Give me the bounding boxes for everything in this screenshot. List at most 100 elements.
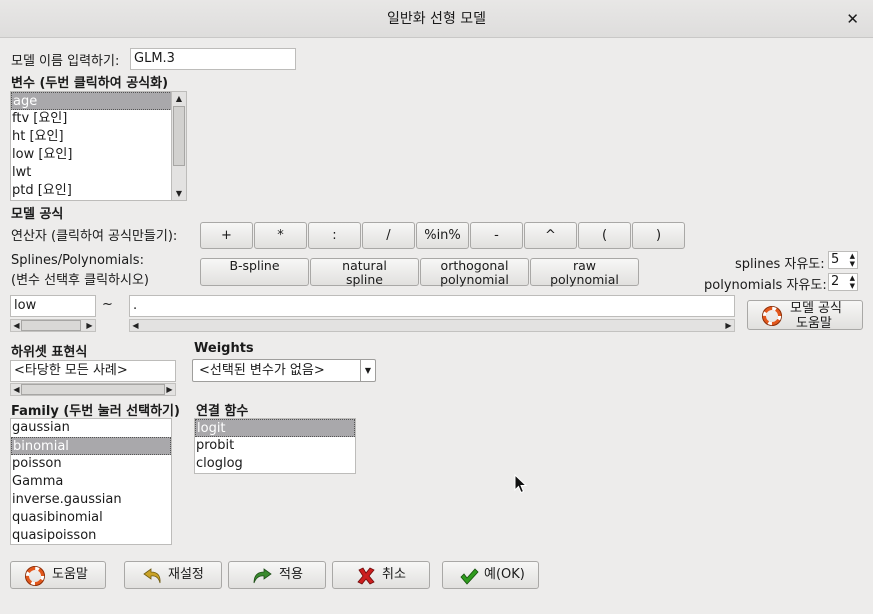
weights-select[interactable]: <선택된 변수가 없음> ▼ [192, 359, 376, 382]
formula-help-line2: 도움말 [796, 316, 832, 331]
splines-df-label: splines 자유도: [735, 257, 825, 272]
spline-button-label: B-spline [229, 258, 280, 273]
poly-df-label: polynomials 자유도: [704, 278, 827, 293]
list-item[interactable]: ptd [요인] [11, 182, 172, 200]
operator-button[interactable]: %in% [416, 222, 469, 249]
list-item[interactable]: ht [요인] [11, 128, 172, 146]
spline-button-label: polynomial [440, 272, 509, 287]
spline-button[interactable]: B-spline [200, 258, 309, 286]
ok-button[interactable]: 예(OK) [442, 561, 539, 589]
operators-label: 연산자 (클릭하여 공식만들기): [11, 229, 178, 244]
scrollbar-thumb[interactable] [173, 106, 185, 166]
rhs-scrollbar[interactable]: ◀ ▶ [129, 319, 735, 332]
variables-scrollbar[interactable]: ▲ ▼ [171, 92, 186, 200]
list-item[interactable]: lwt [11, 164, 172, 182]
formula-rhs-input[interactable]: . [129, 295, 735, 317]
family-label: Family (두번 눌러 선택하기) [11, 404, 180, 419]
spline-button-label: polynomial [550, 272, 619, 287]
scroll-right-icon[interactable]: ▶ [165, 384, 174, 395]
lhs-scrollbar[interactable]: ◀ ▶ [10, 319, 96, 332]
scroll-up-icon[interactable]: ▲ [172, 93, 186, 104]
lifebuoy-icon [762, 306, 782, 326]
link-listbox[interactable]: logit probit cloglog [194, 418, 356, 474]
formula-lhs-input[interactable]: low [10, 295, 96, 317]
splines-label: Splines/Polynomials: [11, 253, 144, 268]
operator-button[interactable]: ( [578, 222, 631, 249]
chevron-down-icon[interactable]: ▼ [360, 360, 375, 381]
apply-button-label: 적용 [279, 567, 303, 582]
list-item[interactable]: quasibinomial [11, 509, 171, 527]
operator-button[interactable]: / [362, 222, 415, 249]
spin-up-icon[interactable]: ▲ [850, 274, 855, 282]
operator-button[interactable]: ^ [524, 222, 577, 249]
list-item[interactable]: poisson [11, 455, 171, 473]
ok-button-label: 예(OK) [484, 567, 525, 582]
subset-scrollbar[interactable]: ◀ ▶ [10, 383, 176, 396]
variables-listbox[interactable]: age ftv [요인] ht [요인] low [요인] lwt ptd [요인] ▲ … [10, 91, 187, 201]
model-name-input[interactable]: GLM.3 [130, 48, 296, 70]
red-x-icon [356, 566, 376, 586]
spline-button-label: raw [572, 258, 597, 273]
scrollbar-thumb[interactable] [21, 320, 81, 331]
spin-down-icon[interactable]: ▼ [850, 260, 855, 268]
cancel-button[interactable]: 취소 [332, 561, 430, 589]
list-item[interactable]: ftv [요인] [11, 110, 172, 128]
undo-arrow-icon [143, 566, 163, 586]
spline-button[interactable]: raw polynomial [530, 258, 639, 287]
spline-button[interactable]: natural spline [310, 258, 419, 287]
list-item[interactable]: binomial [11, 437, 171, 455]
family-listbox[interactable]: gaussian binomial poisson Gamma inverse.gaus… [10, 418, 172, 545]
close-icon[interactable]: ✕ [846, 0, 859, 38]
operator-button[interactable]: : [308, 222, 361, 249]
formula-help-button[interactable]: 모델 공식 도움말 [747, 300, 863, 331]
model-name-label: 모델 이름 입력하기: [11, 54, 120, 69]
list-item[interactable]: quasipoisson [11, 527, 171, 544]
help-button[interactable]: 도움말 [10, 561, 106, 589]
spline-button[interactable]: orthogonal polynomial [420, 258, 529, 287]
list-item[interactable]: inverse.gaussian [11, 491, 171, 509]
scroll-left-icon[interactable]: ◀ [12, 320, 21, 331]
splines-hint-label: (변수 선택후 클릭하시오) [11, 273, 150, 288]
list-item[interactable]: Gamma [11, 473, 171, 491]
scroll-left-icon[interactable]: ◀ [12, 384, 21, 395]
splines-df-value: 5 [831, 252, 840, 267]
link-label: 연결 함수 [196, 404, 249, 419]
poly-df-spinbox[interactable]: 2 ▲ ▼ [828, 273, 858, 291]
spline-button-label: natural [342, 258, 387, 273]
list-item[interactable]: logit [195, 419, 355, 437]
formula-help-line1: 모델 공식 [790, 301, 842, 316]
spline-button-label: orthogonal [440, 258, 509, 273]
poly-df-value: 2 [831, 274, 840, 289]
reset-button[interactable]: 재설정 [124, 561, 222, 589]
scroll-down-icon[interactable]: ▼ [172, 188, 186, 199]
cancel-button-label: 취소 [382, 567, 406, 582]
scroll-right-icon[interactable]: ▶ [85, 320, 94, 331]
help-button-label: 도움말 [52, 567, 88, 582]
window-titlebar: 일반화 선형 모델 [0, 0, 873, 38]
scrollbar-thumb[interactable] [21, 384, 165, 395]
operator-button[interactable]: ) [632, 222, 685, 249]
spin-down-icon[interactable]: ▼ [850, 282, 855, 290]
list-item[interactable]: low [요인] [11, 146, 172, 164]
reset-button-label: 재설정 [168, 567, 204, 582]
list-item[interactable]: gaussian [11, 419, 171, 437]
lifebuoy-icon [25, 566, 45, 586]
operator-button[interactable]: - [470, 222, 523, 249]
variables-label: 변수 (두번 클릭하여 공식화) [11, 76, 169, 91]
subset-input[interactable]: <타당한 모든 사례> [10, 360, 176, 382]
spin-up-icon[interactable]: ▲ [850, 252, 855, 260]
scroll-left-icon[interactable]: ◀ [131, 320, 140, 331]
formula-section-label: 모델 공식 [11, 207, 64, 222]
apply-button[interactable]: 적용 [228, 561, 326, 589]
green-check-icon [459, 566, 479, 586]
list-item[interactable]: age [11, 92, 172, 110]
scroll-right-icon[interactable]: ▶ [724, 320, 733, 331]
operator-button[interactable]: * [254, 222, 307, 249]
weights-selected-value: <선택된 변수가 없음> [199, 363, 325, 378]
list-item[interactable]: cloglog [195, 455, 355, 473]
splines-df-spinbox[interactable]: 5 ▲ ▼ [828, 251, 858, 269]
tilde-label: ~ [102, 297, 113, 312]
window-title: 일반화 선형 모델 [386, 11, 487, 27]
list-item[interactable]: probit [195, 437, 355, 455]
operator-button[interactable]: + [200, 222, 253, 249]
